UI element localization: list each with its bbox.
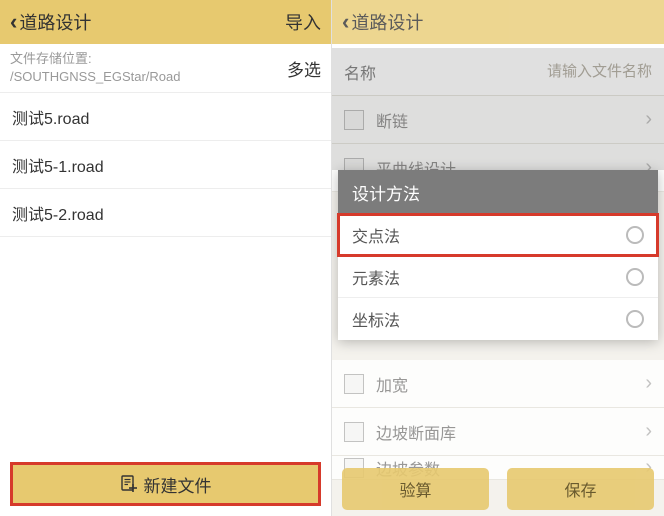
storage-label: 文件存储位置: — [10, 50, 287, 68]
chevron-right-icon: › — [645, 372, 652, 395]
modal-option-element[interactable]: 元素法 — [338, 256, 658, 298]
header-left: ‹ 道路设计 导入 — [0, 0, 331, 44]
storage-info-row: 文件存储位置: /SOUTHGNSS_EGStar/Road 多选 — [0, 44, 331, 93]
file-name: 测试5-2.road — [12, 201, 104, 225]
new-file-label: 新建文件 — [144, 472, 212, 497]
back-icon[interactable]: ‹ — [10, 11, 17, 33]
modal-backdrop[interactable] — [332, 48, 664, 170]
verify-label: 验算 — [399, 477, 431, 501]
panel-road-design: ‹ 道路设计 名称 断链 › 平曲线设计 › 加宽 › 边坡断面库 › — [332, 0, 664, 516]
design-method-modal: 设计方法 交点法 元素法 坐标法 — [338, 170, 658, 340]
modal-option-label: 坐标法 — [352, 307, 626, 331]
file-row[interactable]: 测试5-1.road — [0, 141, 331, 189]
file-row[interactable]: 测试5-2.road — [0, 189, 331, 237]
header-right: ‹ 道路设计 — [332, 0, 664, 44]
file-name: 测试5.road — [12, 105, 89, 129]
setting-row-widening[interactable]: 加宽 › — [332, 360, 664, 408]
modal-option-intersection[interactable]: 交点法 — [338, 214, 658, 256]
storage-path: /SOUTHGNSS_EGStar/Road — [10, 68, 287, 86]
modal-option-coordinate[interactable]: 坐标法 — [338, 298, 658, 340]
file-row[interactable]: 测试5.road — [0, 93, 331, 141]
new-file-icon — [120, 475, 138, 493]
save-label: 保存 — [564, 477, 596, 501]
back-icon[interactable]: ‹ — [342, 11, 349, 33]
import-action[interactable]: 导入 — [285, 9, 321, 35]
radio-icon — [626, 226, 644, 244]
chevron-right-icon: › — [645, 420, 652, 443]
panel-file-list: ‹ 道路设计 导入 文件存储位置: /SOUTHGNSS_EGStar/Road… — [0, 0, 332, 516]
new-file-button[interactable]: 新建文件 — [10, 462, 321, 506]
radio-icon — [626, 268, 644, 286]
setting-label: 边坡断面库 — [376, 420, 633, 444]
modal-title: 设计方法 — [338, 170, 658, 214]
modal-option-label: 交点法 — [352, 223, 626, 247]
file-name: 测试5-1.road — [12, 153, 104, 177]
setting-label: 加宽 — [376, 372, 633, 396]
setting-row-slope-section[interactable]: 边坡断面库 › — [332, 408, 664, 456]
modal-option-label: 元素法 — [352, 265, 626, 289]
verify-button[interactable]: 验算 — [342, 468, 489, 510]
checkbox-icon[interactable] — [344, 422, 364, 442]
checkbox-icon[interactable] — [344, 374, 364, 394]
header-title-left: 道路设计 — [19, 9, 91, 35]
radio-icon — [626, 310, 644, 328]
header-title-right: 道路设计 — [351, 9, 423, 35]
save-button[interactable]: 保存 — [507, 468, 654, 510]
multi-select-action[interactable]: 多选 — [287, 56, 321, 81]
